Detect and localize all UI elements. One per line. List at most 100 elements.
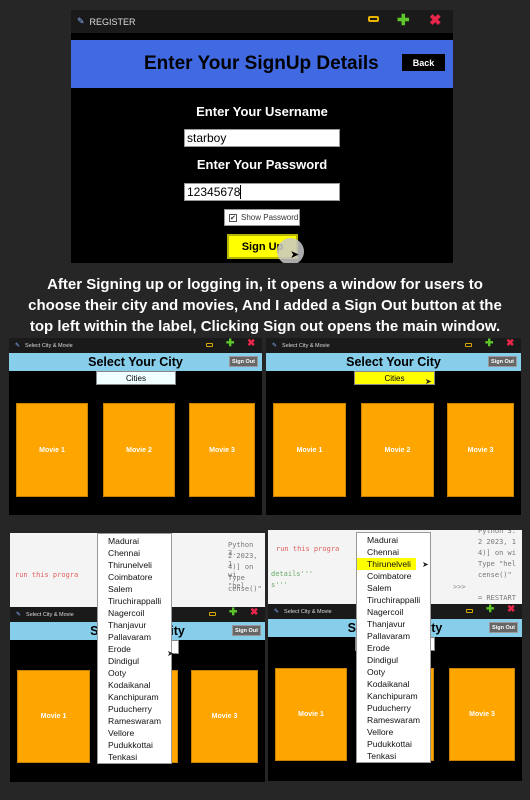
window-title: Select City & Movie: [26, 611, 74, 618]
username-input[interactable]: starboy: [184, 129, 340, 147]
close-icon[interactable]: ✖: [429, 11, 442, 29]
city-option[interactable]: Kanchipuram: [357, 690, 430, 702]
editor-text: cense()": [228, 585, 262, 593]
city-option[interactable]: Ooty: [357, 666, 430, 678]
minimize-icon[interactable]: [206, 343, 213, 347]
city-option[interactable]: Pallavaram: [357, 630, 430, 642]
city-option[interactable]: Vellore: [357, 726, 430, 738]
city-option[interactable]: Coimbatore: [357, 570, 430, 582]
movie-2-card[interactable]: Movie 2: [361, 403, 434, 497]
page-title: Select Your City: [346, 355, 441, 369]
editor-text: run this progra: [15, 571, 79, 579]
city-option[interactable]: Tiruchirappalli: [98, 595, 171, 607]
maximize-icon[interactable]: ✚: [485, 338, 493, 349]
movie-1-card[interactable]: Movie 1: [16, 403, 88, 497]
movie-3-card[interactable]: Movie 3: [447, 403, 514, 497]
city-option[interactable]: Dindigul: [357, 654, 430, 666]
title-bar: ✎ Select City & Movie ✚ ✖: [9, 338, 262, 353]
window-title: Select City & Movie: [284, 608, 332, 615]
city-option[interactable]: Thanjavur: [98, 619, 171, 631]
city-option[interactable]: Kodaikanal: [98, 679, 171, 691]
caption-line-3: top left within the label, Clicking Sign…: [29, 318, 501, 335]
city-movie-window: ✎ Select City & Movie ✚ ✖ Select Your Ci…: [9, 338, 262, 515]
register-window: ✎ REGISTER ✚ ✖ Enter Your SignUp Details…: [71, 10, 453, 263]
password-value: 12345678: [187, 185, 241, 199]
city-option[interactable]: Tenkasi: [357, 750, 430, 762]
close-icon[interactable]: ✖: [507, 604, 515, 615]
maximize-icon[interactable]: ✚: [226, 338, 234, 349]
city-option[interactable]: Madurai: [357, 534, 430, 546]
header: Enter Your SignUp Details Back: [71, 40, 453, 88]
close-icon[interactable]: ✖: [506, 338, 514, 349]
editor-text: run this progra: [276, 545, 340, 553]
caption-line-2: choose their city and movies, And I adde…: [28, 297, 502, 314]
editor-text: s''': [271, 581, 288, 589]
maximize-icon[interactable]: ✚: [229, 607, 237, 618]
city-option[interactable]: Coimbatore: [98, 571, 171, 583]
show-password-checkbox[interactable]: ✔ Show Password: [224, 209, 300, 226]
close-icon[interactable]: ✖: [250, 607, 258, 618]
window-title: REGISTER: [89, 16, 136, 27]
city-option[interactable]: Thirunelveli: [357, 558, 416, 570]
app-icon: ✎: [272, 343, 278, 349]
cities-dropdown-button[interactable]: Cities: [354, 371, 435, 385]
city-option[interactable]: Salem: [98, 583, 171, 595]
sign-out-button[interactable]: Sign Out: [488, 356, 517, 367]
city-option[interactable]: Tenkasi: [98, 751, 171, 763]
page-title: Enter Your SignUp Details: [144, 53, 379, 74]
city-option[interactable]: Kanchipuram: [98, 691, 171, 703]
sign-out-button[interactable]: Sign Out: [229, 356, 258, 367]
close-icon[interactable]: ✖: [247, 338, 255, 349]
minimize-icon[interactable]: [465, 343, 472, 347]
editor-text: >>>: [453, 583, 466, 591]
maximize-icon[interactable]: ✚: [397, 11, 410, 29]
city-option[interactable]: Erode: [98, 643, 171, 655]
city-option[interactable]: Chennai: [98, 547, 171, 559]
editor-text: 2 2023, 1: [478, 538, 516, 546]
movie-3-card[interactable]: Movie 3: [189, 403, 255, 497]
app-icon: ✎: [15, 343, 21, 349]
password-input[interactable]: 12345678: [184, 183, 340, 201]
sign-out-button[interactable]: Sign Out: [232, 625, 261, 636]
minimize-icon[interactable]: [209, 612, 216, 616]
city-option[interactable]: Rameswaram: [357, 714, 430, 726]
sign-out-button[interactable]: Sign Out: [489, 622, 518, 633]
city-option[interactable]: Rameswaram: [98, 715, 171, 727]
city-option[interactable]: Erode: [357, 642, 430, 654]
movie-2-card[interactable]: Movie 2: [103, 403, 175, 497]
city-option[interactable]: Madurai: [98, 535, 171, 547]
back-button[interactable]: Back: [402, 54, 445, 71]
app-icon: ✎: [77, 16, 85, 26]
city-option[interactable]: Ooty: [98, 667, 171, 679]
city-option[interactable]: Pudukkottai: [98, 739, 171, 751]
cursor-arrow-icon: ➤: [167, 649, 174, 658]
city-option[interactable]: Pudukkottai: [357, 738, 430, 750]
minimize-icon[interactable]: [466, 609, 473, 613]
city-option[interactable]: Salem: [357, 582, 430, 594]
maximize-icon[interactable]: ✚: [486, 604, 494, 615]
city-option[interactable]: Pallavaram: [98, 631, 171, 643]
city-option[interactable]: Dindigul: [98, 655, 171, 667]
city-option[interactable]: Kodaikanal: [357, 678, 430, 690]
city-option[interactable]: Puducherry: [98, 703, 171, 715]
city-option[interactable]: Nagercoil: [98, 607, 171, 619]
editor-text: Type "hel: [478, 560, 516, 568]
city-option[interactable]: Chennai: [357, 546, 430, 558]
window-title: Select City & Movie: [25, 342, 73, 349]
app-icon: ✎: [16, 612, 22, 618]
city-option[interactable]: Tiruchirappalli: [357, 594, 430, 606]
minimize-icon[interactable]: [368, 16, 379, 22]
movie-3-card[interactable]: Movie 3: [449, 668, 515, 761]
movie-3-card[interactable]: Movie 3: [191, 670, 258, 763]
cities-dropdown-menu: Madurai Chennai Thirunelveli Coimbatore Sale…: [97, 533, 172, 764]
city-option[interactable]: Vellore: [98, 727, 171, 739]
city-option[interactable]: Thanjavur: [357, 618, 430, 630]
city-option[interactable]: Puducherry: [357, 702, 430, 714]
movie-1-card[interactable]: Movie 1: [275, 668, 347, 761]
movie-1-card[interactable]: Movie 1: [17, 670, 90, 763]
city-option[interactable]: Nagercoil: [357, 606, 430, 618]
movie-1-card[interactable]: Movie 1: [273, 403, 346, 497]
cities-dropdown-button[interactable]: Cities: [96, 371, 176, 385]
city-option[interactable]: Thirunelveli: [98, 559, 171, 571]
cities-dropdown-menu: Madurai Chennai Thirunelveli Coimbatore Sale…: [356, 532, 431, 763]
